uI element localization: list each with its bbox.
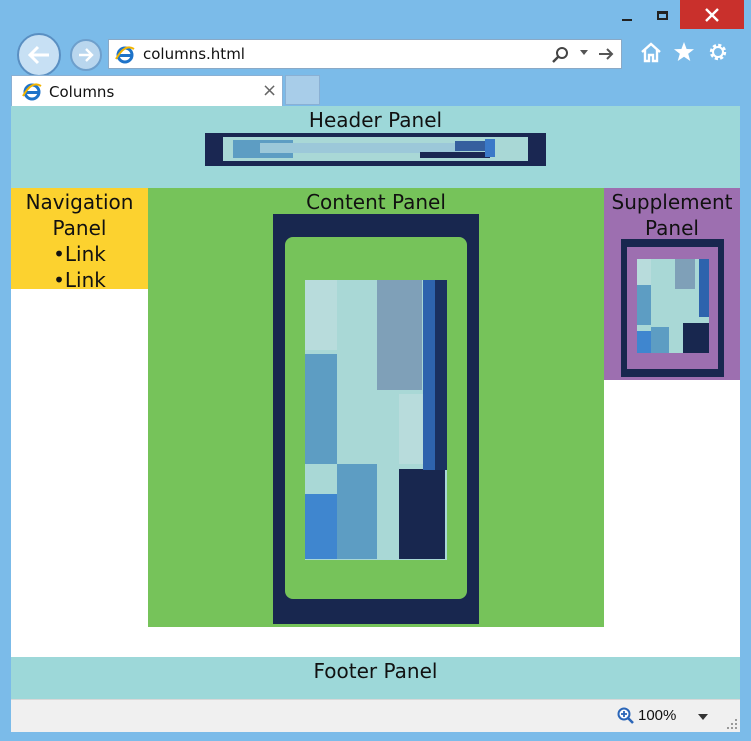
nav-link-2[interactable]: •Link <box>11 267 148 293</box>
gear-icon[interactable] <box>707 41 729 63</box>
chevron-down-icon[interactable] <box>579 49 589 57</box>
navigation-panel-title: Navigation Panel •Link •Link <box>11 188 148 293</box>
supplement-title-line-1: Supplement <box>611 190 733 214</box>
home-icon[interactable] <box>640 41 662 63</box>
supplement-panel-title: Supplement Panel <box>604 188 740 241</box>
url-text[interactable]: columns.html <box>143 45 245 63</box>
page-viewport: Header Panel Navigation Panel •Link •Lin… <box>11 106 740 699</box>
close-tab-icon[interactable]: × <box>262 80 277 101</box>
back-arrow-icon <box>27 45 49 65</box>
navigation-panel: Navigation Panel •Link •Link <box>11 188 148 292</box>
back-button[interactable] <box>17 33 61 77</box>
resize-grip-icon[interactable] <box>726 718 738 730</box>
go-arrow-icon[interactable] <box>597 46 615 62</box>
new-tab-button[interactable] <box>285 75 320 105</box>
zoom-level[interactable]: 100% <box>638 707 676 724</box>
tab-columns[interactable]: Columns × <box>11 75 283 107</box>
header-panel-title: Header Panel <box>308 108 443 132</box>
close-window-button[interactable] <box>680 0 744 29</box>
footer-panel-title: Footer Panel <box>313 659 438 683</box>
status-bar: 100% <box>11 699 740 732</box>
minimize-button[interactable] <box>605 0 649 30</box>
tab-title: Columns <box>49 83 115 101</box>
supplement-panel: Supplement Panel <box>604 188 740 380</box>
content-panel-title: Content Panel <box>306 190 446 214</box>
zoom-icon[interactable] <box>617 707 635 725</box>
chevron-down-icon[interactable] <box>697 713 709 721</box>
content-panel: Content Panel <box>148 188 604 627</box>
forward-button[interactable] <box>70 39 102 71</box>
navigation-title-line-2: Panel <box>52 216 107 240</box>
search-icon[interactable] <box>552 46 570 64</box>
supplement-thumbnail-image <box>621 239 724 377</box>
content-thumbnail-image <box>273 214 479 624</box>
close-icon <box>705 7 719 22</box>
footer-panel: Footer Panel <box>11 657 740 699</box>
nav-link-1[interactable]: •Link <box>11 241 148 267</box>
navigation-title-line-1: Navigation <box>25 190 134 214</box>
supplement-title-line-2: Panel <box>645 216 699 240</box>
browser-window: columns.html Columns × Header Panel Navi… <box>0 0 751 741</box>
header-panel: Header Panel <box>11 106 740 188</box>
star-icon[interactable] <box>673 41 695 63</box>
minimize-icon <box>622 19 632 21</box>
forward-arrow-icon <box>79 48 94 62</box>
maximize-icon <box>656 10 668 20</box>
ie-logo-icon <box>115 46 135 64</box>
maximize-button[interactable] <box>644 0 680 30</box>
header-thumbnail-image <box>205 133 546 166</box>
address-bar[interactable]: columns.html <box>108 39 622 69</box>
ie-logo-icon <box>22 83 42 101</box>
